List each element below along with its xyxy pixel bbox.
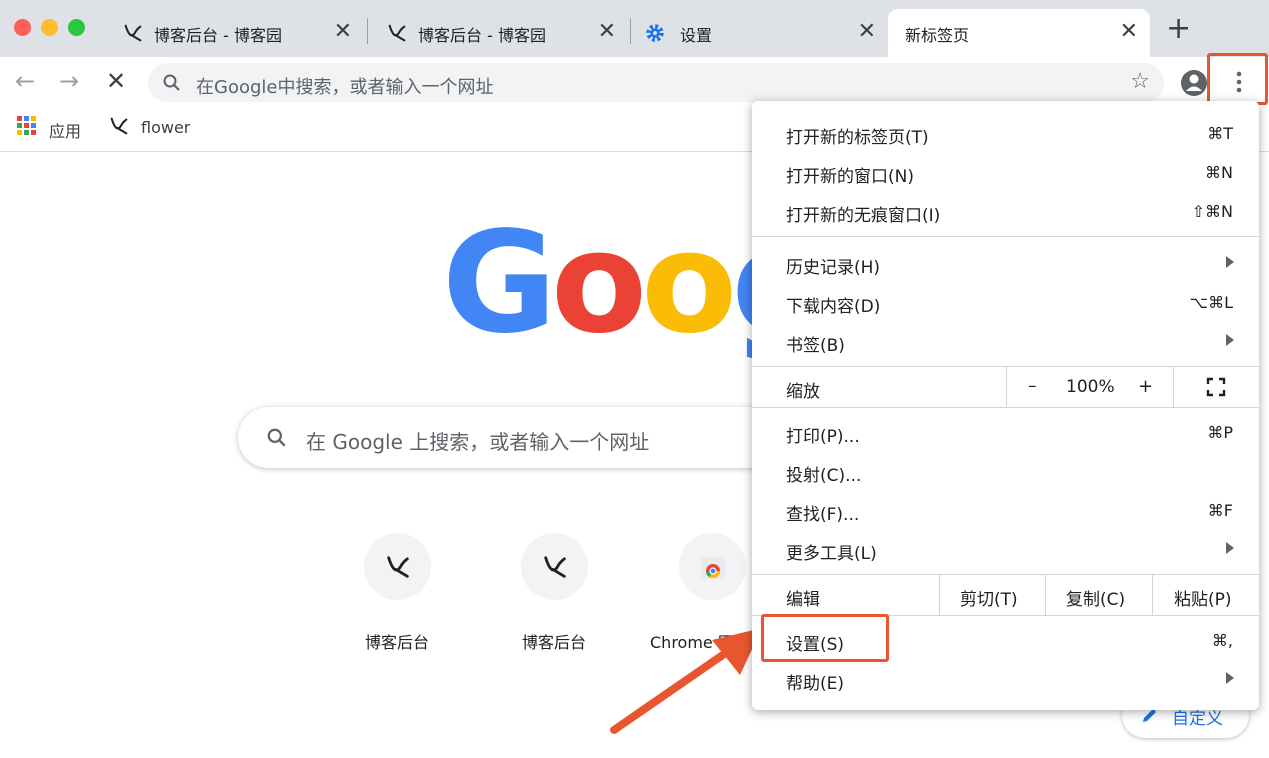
search-icon	[163, 74, 180, 91]
menu-item-cast[interactable]: 投射(C)...	[752, 452, 1259, 490]
menu-item-label: 下载内容(D)	[786, 297, 881, 317]
minimize-window-button[interactable]	[41, 19, 58, 36]
menu-item-help[interactable]: 帮助(E)	[752, 660, 1259, 698]
shortcut-tile[interactable]: 博客后台	[332, 533, 462, 663]
menu-item-label: 打印(P)...	[786, 427, 860, 447]
menu-item-print[interactable]: 打印(P)... ⌘P	[752, 413, 1259, 451]
address-bar[interactable]: 在Google中搜索，或者输入一个网址 ☆	[148, 63, 1164, 102]
menu-cell-divider	[939, 575, 940, 615]
menu-item-shortcut: ⌘T	[1207, 124, 1233, 143]
tab-strip: 博客后台 - 博客园 ✕ 博客后台 - 博客园 ✕ 设置 ✕ 新标签页 ✕ +	[0, 0, 1269, 57]
zoom-level: 100%	[1066, 377, 1115, 397]
tab-new-tab[interactable]: 新标签页 ✕	[888, 9, 1150, 57]
menu-item-new-window[interactable]: 打开新的窗口(N) ⌘N	[752, 153, 1259, 191]
cnblogs-icon	[388, 24, 406, 42]
shortcut-icon-bg	[364, 533, 431, 600]
submenu-arrow-icon	[1226, 256, 1234, 268]
submenu-arrow-icon	[1226, 542, 1234, 554]
search-icon	[267, 428, 286, 447]
zoom-out-button[interactable]: –	[1028, 376, 1037, 396]
menu-separator	[752, 236, 1259, 237]
new-tab-button[interactable]: +	[1166, 14, 1191, 44]
chrome-web-store-icon	[701, 557, 725, 579]
menu-item-more-tools[interactable]: 更多工具(L)	[752, 530, 1259, 568]
menu-item-incognito[interactable]: 打开新的无痕窗口(I) ⇧⌘N	[752, 192, 1259, 230]
annotation-arrow	[610, 628, 762, 734]
close-icon[interactable]: ✕	[598, 19, 616, 44]
stop-loading-icon[interactable]: ✕	[106, 67, 126, 95]
menu-item-label: 缩放	[786, 382, 820, 402]
tab-divider	[630, 18, 631, 44]
menu-cell-divider	[1006, 367, 1007, 407]
tab-divider	[367, 18, 368, 44]
menu-item-label: 打开新的无痕窗口(I)	[786, 206, 941, 226]
tab-settings[interactable]: 设置 ✕	[632, 9, 888, 57]
bookmark-star-icon[interactable]: ☆	[1130, 69, 1150, 94]
back-icon[interactable]: ←	[15, 67, 35, 95]
maximize-window-button[interactable]	[68, 19, 85, 36]
menu-button-highlight	[1207, 53, 1268, 105]
submenu-arrow-icon	[1226, 672, 1234, 684]
fullscreen-icon[interactable]	[1206, 377, 1226, 397]
close-icon[interactable]: ✕	[858, 19, 876, 44]
menu-item-label: 投射(C)...	[786, 466, 862, 486]
gear-icon	[646, 24, 664, 42]
shortcut-icon-bg	[679, 533, 746, 600]
address-bar-placeholder: 在Google中搜索，或者输入一个网址	[196, 77, 494, 98]
tab-title: 新标签页	[905, 26, 970, 45]
menu-item-shortcut: ⌘P	[1207, 423, 1233, 442]
menu-row-zoom: 缩放 – 100% +	[752, 367, 1259, 407]
paste-button[interactable]: 粘贴(P)	[1174, 585, 1232, 610]
menu-item-shortcut: ⌥⌘L	[1189, 293, 1233, 312]
cnblogs-icon	[124, 24, 142, 42]
copy-button[interactable]: 复制(C)	[1066, 585, 1125, 610]
bookmark-apps[interactable]: 应用	[49, 118, 81, 142]
menu-item-shortcut: ⌘,	[1211, 631, 1233, 650]
close-icon[interactable]: ✕	[1120, 19, 1138, 44]
tab-title: 设置	[680, 26, 713, 45]
menu-item-history[interactable]: 历史记录(H)	[752, 244, 1259, 282]
cnblogs-icon	[110, 117, 128, 135]
profile-icon[interactable]	[1180, 69, 1208, 97]
menu-cell-divider	[1045, 575, 1046, 615]
menu-item-label: 历史记录(H)	[786, 258, 881, 278]
menu-item-downloads[interactable]: 下载内容(D) ⌥⌘L	[752, 283, 1259, 321]
menu-cell-divider	[1152, 575, 1153, 615]
toolbar: ← → ✕ 在Google中搜索，或者输入一个网址 ☆	[0, 57, 1269, 107]
cnblogs-icon	[544, 556, 566, 578]
menu-item-label: 查找(F)...	[786, 505, 860, 525]
close-icon[interactable]: ✕	[334, 19, 352, 44]
menu-item-label: 编辑	[786, 590, 820, 610]
menu-item-new-tab[interactable]: 打开新的标签页(T) ⌘T	[752, 114, 1259, 152]
apps-grid-icon[interactable]	[17, 116, 37, 136]
menu-row-edit: 编辑 剪切(T) 复制(C) 粘贴(P)	[752, 575, 1259, 615]
menu-item-label: 打开新的窗口(N)	[786, 167, 914, 187]
menu-separator	[752, 407, 1259, 408]
menu-item-label: 书签(B)	[786, 336, 845, 356]
tab-title: 博客后台 - 博客园	[418, 26, 546, 45]
cut-button[interactable]: 剪切(T)	[960, 585, 1018, 610]
shortcut-icon-bg	[521, 533, 588, 600]
zoom-in-button[interactable]: +	[1138, 376, 1153, 397]
bookmark-flower[interactable]: flower	[141, 118, 190, 137]
menu-item-label: 打开新的标签页(T)	[786, 128, 929, 148]
menu-item-find[interactable]: 查找(F)... ⌘F	[752, 491, 1259, 529]
submenu-arrow-icon	[1226, 334, 1234, 346]
menu-item-label: 帮助(E)	[786, 674, 845, 694]
tab-blog-admin-1[interactable]: 博客后台 - 博客园 ✕	[106, 9, 364, 57]
close-window-button[interactable]	[14, 19, 31, 36]
menu-item-shortcut: ⇧⌘N	[1191, 202, 1233, 221]
menu-item-shortcut: ⌘N	[1205, 163, 1233, 182]
forward-icon[interactable]: →	[59, 67, 79, 95]
cnblogs-icon	[387, 556, 409, 578]
tab-blog-admin-2[interactable]: 博客后台 - 博客园 ✕	[370, 9, 628, 57]
ntp-search-placeholder: 在 Google 上搜索，或者输入一个网址	[306, 430, 650, 454]
menu-cell-divider	[1173, 367, 1174, 407]
menu-item-shortcut: ⌘F	[1207, 501, 1233, 520]
tab-title: 博客后台 - 博客园	[154, 26, 282, 45]
menu-item-label: 更多工具(L)	[786, 544, 877, 564]
shortcut-label: 博客后台	[364, 633, 429, 652]
menu-item-bookmarks[interactable]: 书签(B)	[752, 322, 1259, 360]
settings-item-highlight	[761, 614, 889, 662]
